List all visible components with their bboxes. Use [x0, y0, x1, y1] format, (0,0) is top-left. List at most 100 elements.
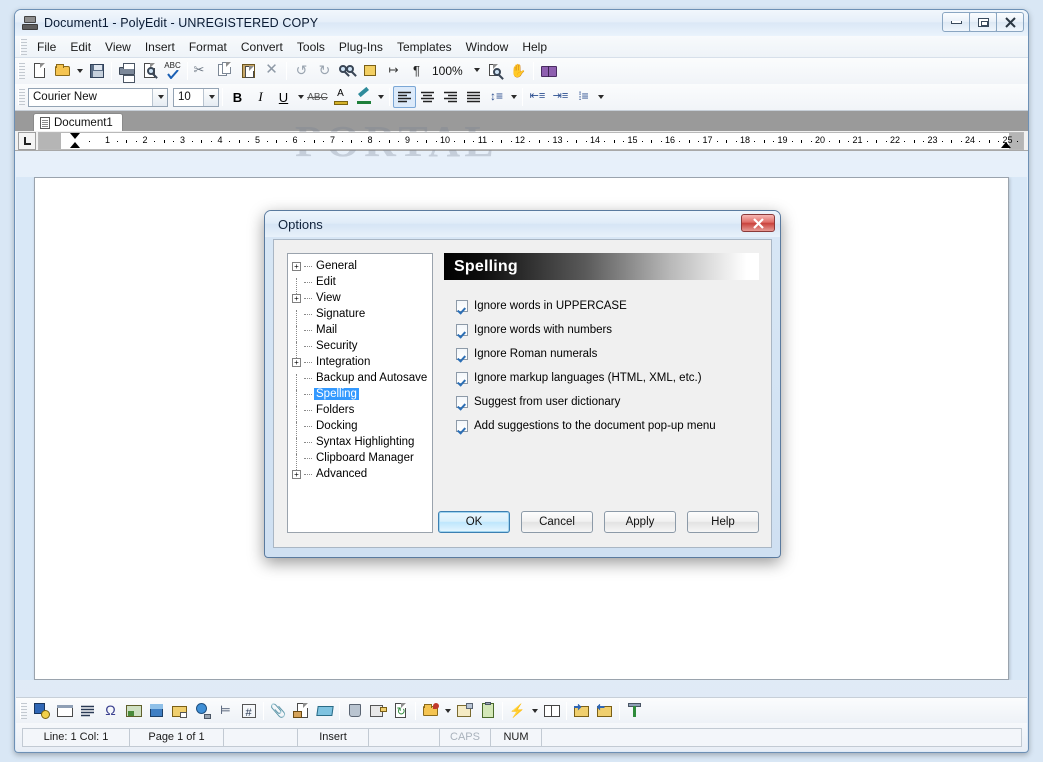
insert-document-button[interactable]: [290, 700, 313, 722]
paste-button[interactable]: [237, 60, 260, 82]
zoom-combo[interactable]: 100%: [428, 62, 484, 81]
insert-page-break-button[interactable]: ⊨: [214, 700, 237, 722]
checkbox-checked-icon[interactable]: [456, 396, 468, 408]
help-button[interactable]: Help: [687, 511, 759, 533]
tab-document1[interactable]: Document1: [33, 113, 123, 131]
insert-field-button[interactable]: #: [237, 700, 260, 722]
toolbar-grip[interactable]: [18, 63, 25, 79]
toolbar-grip[interactable]: [18, 89, 25, 105]
new-window-button[interactable]: [453, 700, 476, 722]
menu-edit[interactable]: Edit: [63, 38, 98, 56]
highlight-dropdown-button[interactable]: [375, 86, 386, 108]
zoom-dropdown-button[interactable]: [469, 62, 484, 79]
tree-item-spelling[interactable]: Spelling: [292, 386, 432, 402]
maximize-button[interactable]: [969, 12, 997, 32]
spell-check-button[interactable]: ABC: [161, 60, 184, 82]
menu-plugins[interactable]: Plug-Ins: [332, 38, 390, 56]
decrease-indent-button[interactable]: ⇤≡: [526, 86, 549, 108]
menu-convert[interactable]: Convert: [234, 38, 290, 56]
checkbox-row[interactable]: Ignore words with numbers: [456, 318, 759, 342]
align-right-button[interactable]: [439, 86, 462, 108]
increase-indent-button[interactable]: ⇥≡: [549, 86, 572, 108]
properties-button[interactable]: [366, 700, 389, 722]
print-preview-button[interactable]: [138, 60, 161, 82]
menu-help[interactable]: Help: [515, 38, 554, 56]
checkbox-row[interactable]: Ignore Roman numerals: [456, 342, 759, 366]
checkbox-checked-icon[interactable]: [456, 348, 468, 360]
tree-item-signature[interactable]: Signature: [292, 306, 432, 322]
import-button[interactable]: [570, 700, 593, 722]
attach-file-button[interactable]: 📎: [267, 700, 290, 722]
tree-item-mail[interactable]: Mail: [292, 322, 432, 338]
font-color-button[interactable]: A: [329, 86, 352, 108]
tree-item-folders[interactable]: Folders: [292, 402, 432, 418]
bullets-dropdown-button[interactable]: [595, 86, 606, 108]
align-center-button[interactable]: [416, 86, 439, 108]
find-button[interactable]: [336, 60, 359, 82]
insert-date-time-button[interactable]: [30, 700, 53, 722]
new-document-button[interactable]: [28, 60, 51, 82]
font-name-dropdown-button[interactable]: [152, 89, 167, 106]
macro-dropdown-button[interactable]: [529, 700, 540, 722]
clipboard-button[interactable]: [476, 700, 499, 722]
font-size-combo[interactable]: 10: [173, 88, 219, 107]
menu-grip[interactable]: [20, 39, 27, 55]
insert-bookmark-button[interactable]: [313, 700, 336, 722]
tree-item-edit[interactable]: Edit: [292, 274, 432, 290]
checkbox-row[interactable]: Add suggestions to the document pop-up m…: [456, 414, 759, 438]
menu-format[interactable]: Format: [182, 38, 234, 56]
dictionary-button[interactable]: [537, 60, 560, 82]
insert-table-button[interactable]: [53, 700, 76, 722]
strikethrough-button[interactable]: ABC: [306, 86, 329, 108]
menu-file[interactable]: File: [30, 38, 63, 56]
tree-item-integration[interactable]: +Integration: [292, 354, 432, 370]
macro-button[interactable]: ⚡: [506, 700, 529, 722]
insert-object-button[interactable]: [145, 700, 168, 722]
expand-icon[interactable]: +: [292, 294, 301, 303]
line-spacing-dropdown-button[interactable]: [508, 86, 519, 108]
expand-icon[interactable]: +: [292, 470, 301, 479]
checkbox-checked-icon[interactable]: [456, 324, 468, 336]
goto-button[interactable]: ↦: [382, 60, 405, 82]
open-button[interactable]: [51, 60, 74, 82]
copy-button[interactable]: [214, 60, 237, 82]
tree-item-general[interactable]: +General: [292, 258, 432, 274]
hand-pan-button[interactable]: ✋: [507, 60, 530, 82]
bullets-button[interactable]: ⁞≡: [572, 86, 595, 108]
replace-button[interactable]: [359, 60, 382, 82]
bold-button[interactable]: B: [226, 86, 249, 108]
cancel-button[interactable]: Cancel: [521, 511, 593, 533]
tree-item-clipboard-manager[interactable]: Clipboard Manager: [292, 450, 432, 466]
tree-item-advanced[interactable]: +Advanced: [292, 466, 432, 482]
left-indent-marker[interactable]: [70, 142, 80, 148]
export-button[interactable]: [593, 700, 616, 722]
close-button[interactable]: [996, 12, 1024, 32]
apply-button[interactable]: Apply: [604, 511, 676, 533]
delete-button[interactable]: ✕: [260, 60, 283, 82]
print-button[interactable]: [115, 60, 138, 82]
tree-item-docking[interactable]: Docking: [292, 418, 432, 434]
tools-hammer-button[interactable]: [623, 700, 646, 722]
checkbox-row[interactable]: Ignore markup languages (HTML, XML, etc.…: [456, 366, 759, 390]
insert-image-button[interactable]: [122, 700, 145, 722]
recycle-button[interactable]: [343, 700, 366, 722]
open-recent-button[interactable]: [419, 700, 442, 722]
tree-item-security[interactable]: Security: [292, 338, 432, 354]
redo-button[interactable]: ↻: [313, 60, 336, 82]
menu-view[interactable]: View: [98, 38, 138, 56]
first-line-indent-marker[interactable]: [70, 133, 80, 139]
align-left-button[interactable]: [393, 86, 416, 108]
open-dropdown-button[interactable]: [74, 60, 85, 82]
refresh-button[interactable]: ↻: [389, 700, 412, 722]
minimize-button[interactable]: [942, 12, 970, 32]
checkbox-row[interactable]: Suggest from user dictionary: [456, 390, 759, 414]
underline-dropdown-button[interactable]: [295, 86, 306, 108]
insert-hyperlink-button[interactable]: [191, 700, 214, 722]
horizontal-ruler[interactable]: 1234567891011121314151617181920212223242…: [38, 132, 1024, 150]
toolbar-grip[interactable]: [20, 703, 27, 719]
menu-templates[interactable]: Templates: [390, 38, 459, 56]
expand-icon[interactable]: +: [292, 262, 301, 271]
paragraph-marks-button[interactable]: ¶: [405, 60, 428, 82]
dialog-close-button[interactable]: [741, 214, 775, 232]
menu-insert[interactable]: Insert: [138, 38, 182, 56]
